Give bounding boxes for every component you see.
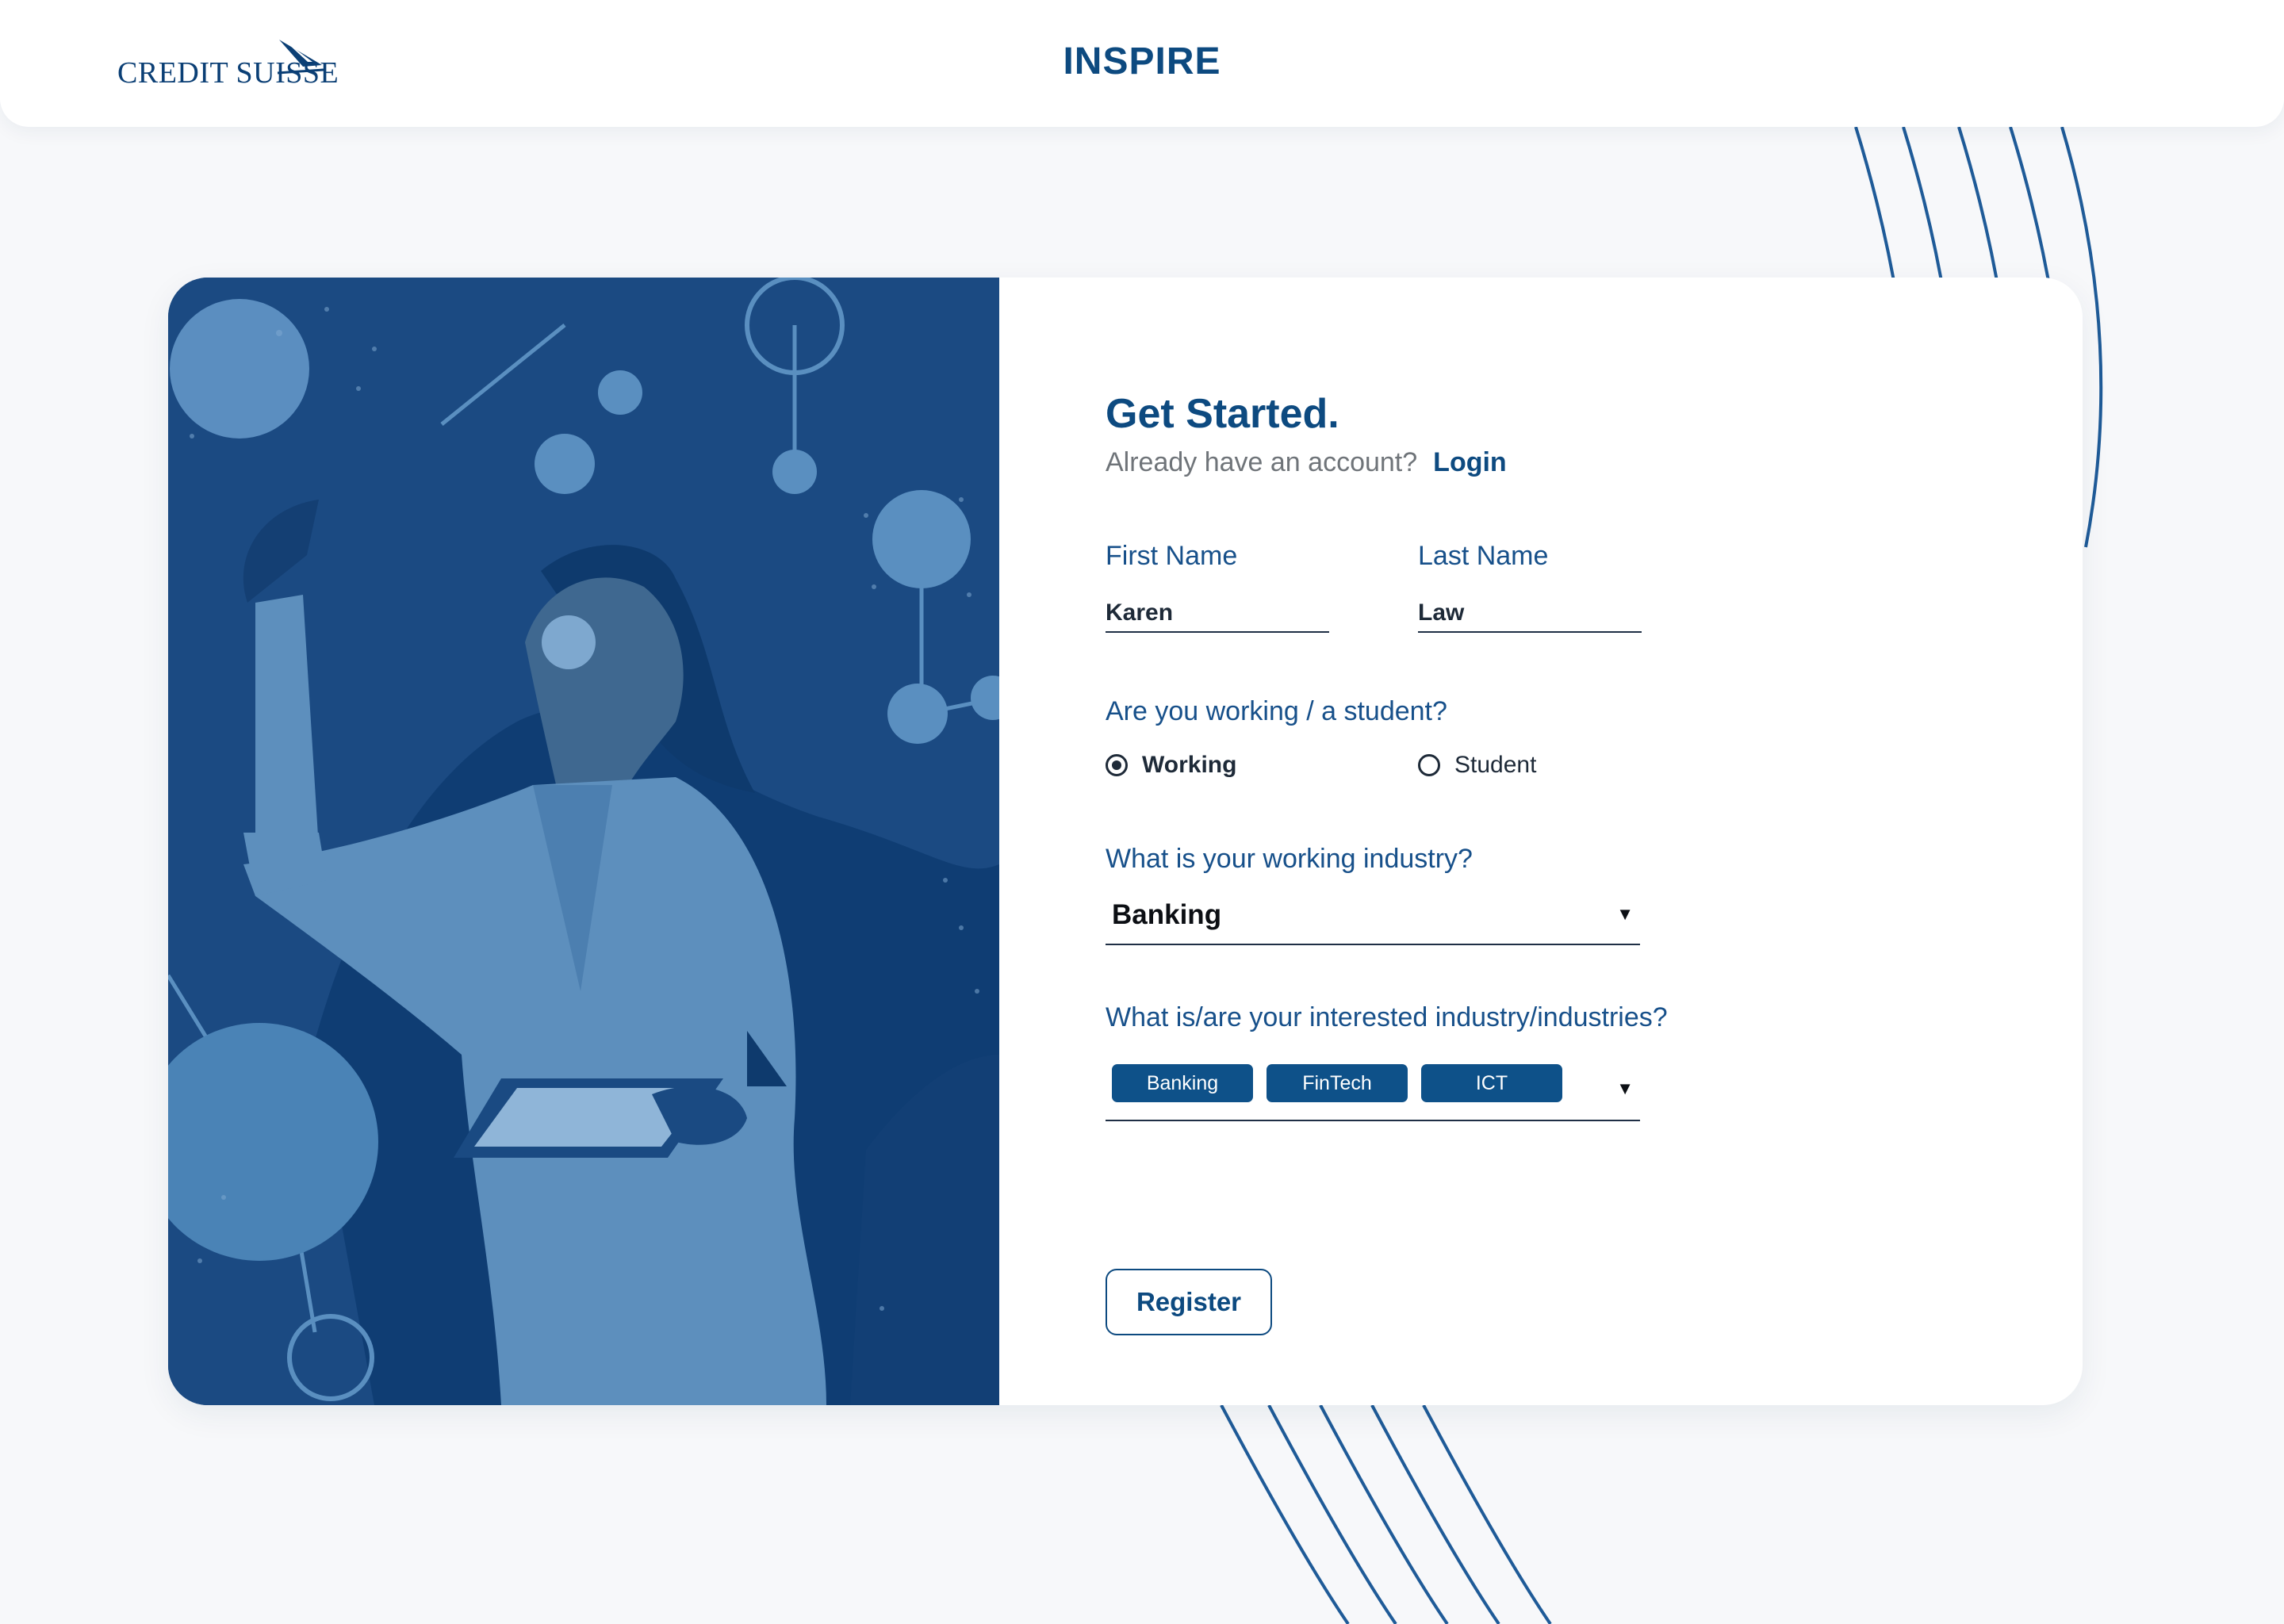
radio-unchecked-icon [1418, 754, 1440, 776]
app-title: INSPIRE [1063, 40, 1221, 82]
radio-student-label: Student [1454, 752, 1537, 778]
interests-multiselect[interactable]: Banking FinTech ICT ▼ [1106, 1061, 1640, 1121]
industry-question: What is your working industry? [1106, 844, 1473, 874]
scientist-illustration [168, 278, 999, 1405]
last-name-input[interactable] [1418, 595, 1642, 633]
interest-tag-fintech[interactable]: FinTech [1267, 1064, 1408, 1102]
interest-tag-banking[interactable]: Banking [1112, 1064, 1253, 1102]
radio-working-label: Working [1142, 752, 1237, 778]
interest-tag-ict[interactable]: ICT [1421, 1064, 1562, 1102]
last-name-label: Last Name [1418, 541, 1549, 571]
top-header: CREDIT SUISSE INSPIRE [0, 0, 2284, 127]
login-link[interactable]: Login [1433, 447, 1507, 477]
radio-student[interactable]: Student [1418, 752, 1536, 779]
illustration-graphic [168, 278, 999, 1405]
radio-working[interactable]: Working [1106, 752, 1236, 779]
first-name-input[interactable] [1106, 595, 1329, 633]
industry-select[interactable]: Banking ▼ [1106, 893, 1640, 945]
interests-question: What is/are your interested industry/ind… [1106, 1002, 1668, 1032]
radio-checked-icon [1106, 754, 1128, 776]
login-prompt: Already have an account? [1106, 447, 1418, 477]
first-name-label: First Name [1106, 541, 1238, 571]
registration-form: Get Started. Already have an account? Log… [1106, 278, 1978, 1405]
status-question: Are you working / a student? [1106, 696, 1447, 726]
form-title: Get Started. [1106, 391, 1339, 437]
triangle-down-icon: ▼ [1616, 1078, 1634, 1098]
industry-select-value: Banking [1112, 899, 1222, 930]
triangle-down-icon: ▼ [1616, 904, 1634, 924]
login-prompt-row: Already have an account? Login [1106, 447, 1507, 478]
register-button[interactable]: Register [1106, 1269, 1272, 1335]
registration-card: Get Started. Already have an account? Log… [168, 278, 2083, 1405]
